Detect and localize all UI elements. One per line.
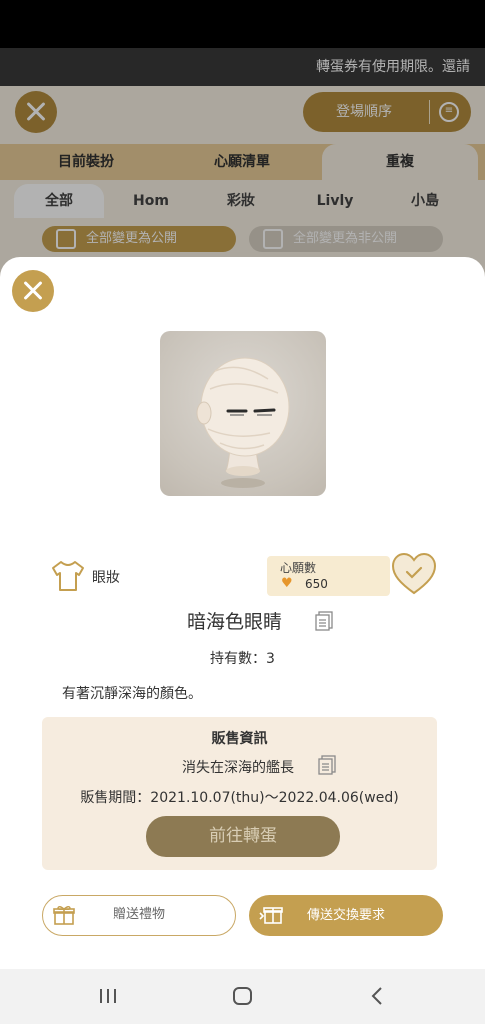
item-preview-image xyxy=(160,331,326,496)
heart-icon: ♥ xyxy=(281,576,293,591)
sales-period: 販售期間：2021.10.07(thu)〜2022.04.06(wed) xyxy=(80,790,399,806)
trade-request-button[interactable]: 傳送交換要求 xyxy=(249,895,443,936)
owned-count: 持有數：3 xyxy=(210,651,275,667)
back-icon[interactable] xyxy=(363,981,393,1011)
wish-count-box: 心願數 ♥ 650 xyxy=(267,556,390,596)
send-gift-button[interactable]: 贈送禮物 xyxy=(42,895,236,936)
gacha-source: 消失在深海的艦長 xyxy=(182,760,294,776)
item-detail-sheet: 眼妝 心願數 ♥ 650 暗海色眼睛 持有數：3 有著沉靜深海的顏色。 販售資訊… xyxy=(0,257,485,969)
item-description: 有著沉靜深海的顏色。 xyxy=(62,686,202,702)
copy-icon[interactable] xyxy=(318,755,336,775)
gift-icon xyxy=(53,906,75,925)
item-name-text: 暗海色眼睛 xyxy=(186,611,282,633)
sales-info-panel: 販售資訊 消失在深海的艦長 販售期間：2021.10.07(thu)〜2022.… xyxy=(42,717,437,870)
send-gift-label: 贈送禮物 xyxy=(112,907,165,922)
wish-count-title: 心願數 xyxy=(280,561,317,575)
category-label: 眼妝 xyxy=(92,570,120,586)
wish-count-value: 650 xyxy=(305,577,328,591)
home-icon[interactable] xyxy=(228,981,258,1011)
copy-icon[interactable] xyxy=(315,611,333,631)
goto-gacha-button[interactable]: 前往轉蛋 xyxy=(146,816,340,857)
close-button[interactable] xyxy=(12,270,54,312)
recent-apps-icon[interactable] xyxy=(93,981,123,1011)
sales-title: 販售資訊 xyxy=(211,731,268,747)
item-name: 暗海色眼睛 xyxy=(0,607,485,634)
system-nav-bar xyxy=(0,969,485,1024)
add-to-wishlist-heart-icon[interactable] xyxy=(390,551,438,597)
shirt-icon xyxy=(52,561,84,591)
bust-illustration xyxy=(196,357,290,488)
trade-request-label: 傳送交換要求 xyxy=(306,908,385,923)
status-bar xyxy=(0,0,485,48)
exchange-gift-icon xyxy=(259,907,283,924)
item-category: 眼妝 xyxy=(50,559,120,595)
